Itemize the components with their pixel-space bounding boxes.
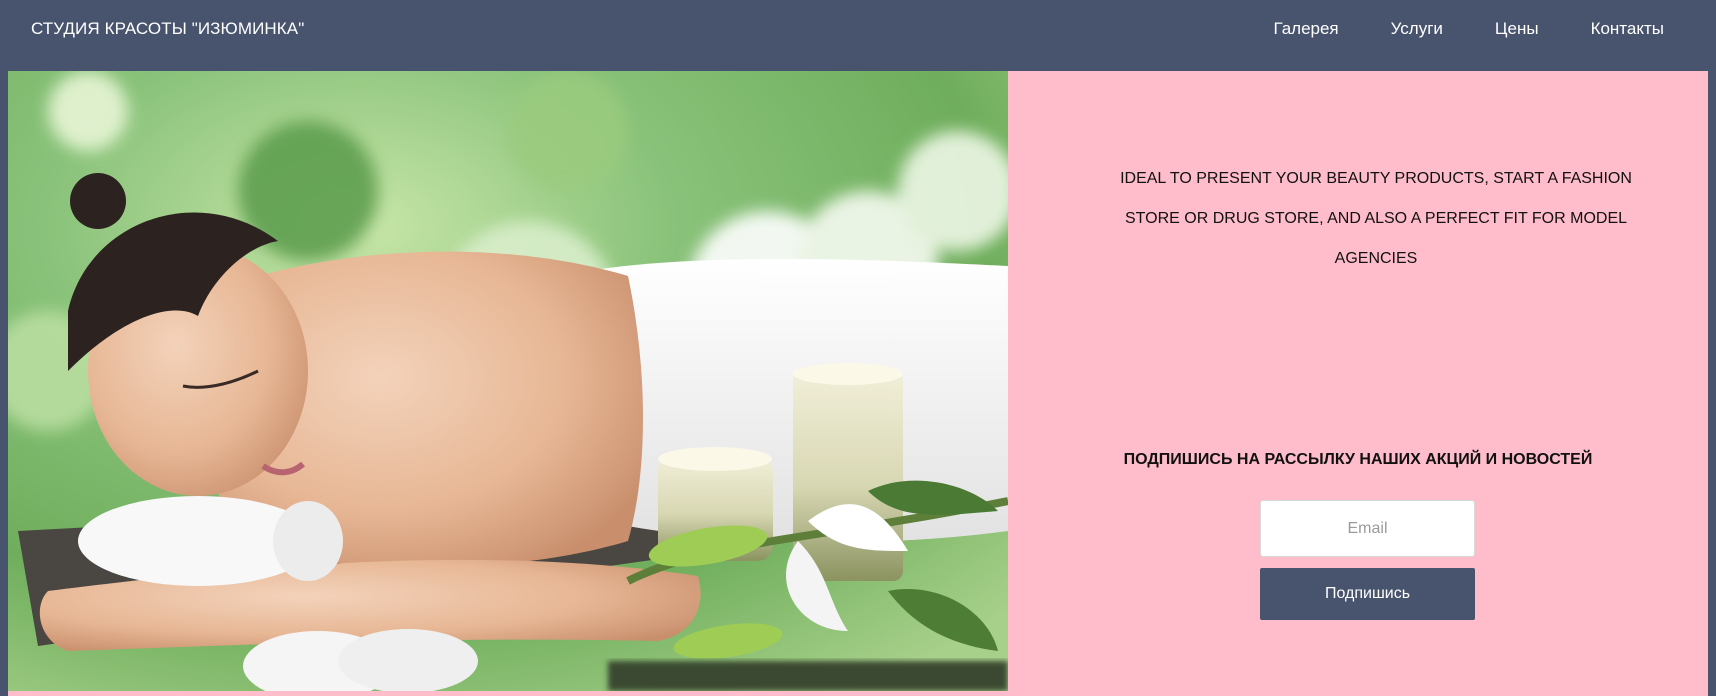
hero-spa-image	[8, 71, 1008, 691]
nav-link-contacts[interactable]: Контакты	[1591, 19, 1664, 39]
email-field[interactable]	[1260, 500, 1475, 557]
main-content: IDEAL TO PRESENT YOUR BEAUTY PRODUCTS, S…	[8, 71, 1708, 696]
nav-link-services[interactable]: Услуги	[1391, 19, 1443, 39]
nav-link-prices[interactable]: Цены	[1495, 19, 1539, 39]
promo-tagline: IDEAL TO PRESENT YOUR BEAUTY PRODUCTS, S…	[1120, 170, 1632, 267]
spa-photo-illustration	[8, 71, 1008, 691]
subscribe-heading: ПОДПИШИСЬ НА РАССЫЛКУ НАШИХ АКЦИЙ И НОВО…	[1123, 451, 1593, 468]
nav-link-gallery[interactable]: Галерея	[1273, 19, 1338, 39]
top-navbar: СТУДИЯ КРАСОТЫ "ИЗЮМИНКА" Галерея Услуги…	[0, 0, 1716, 71]
subscribe-button[interactable]: Подпишись	[1260, 568, 1475, 620]
brand-logo-text[interactable]: СТУДИЯ КРАСОТЫ "ИЗЮМИНКА"	[31, 19, 304, 39]
main-nav: Галерея Услуги Цены Контакты	[1221, 19, 1664, 39]
subscribe-panel: IDEAL TO PRESENT YOUR BEAUTY PRODUCTS, S…	[1008, 71, 1708, 696]
